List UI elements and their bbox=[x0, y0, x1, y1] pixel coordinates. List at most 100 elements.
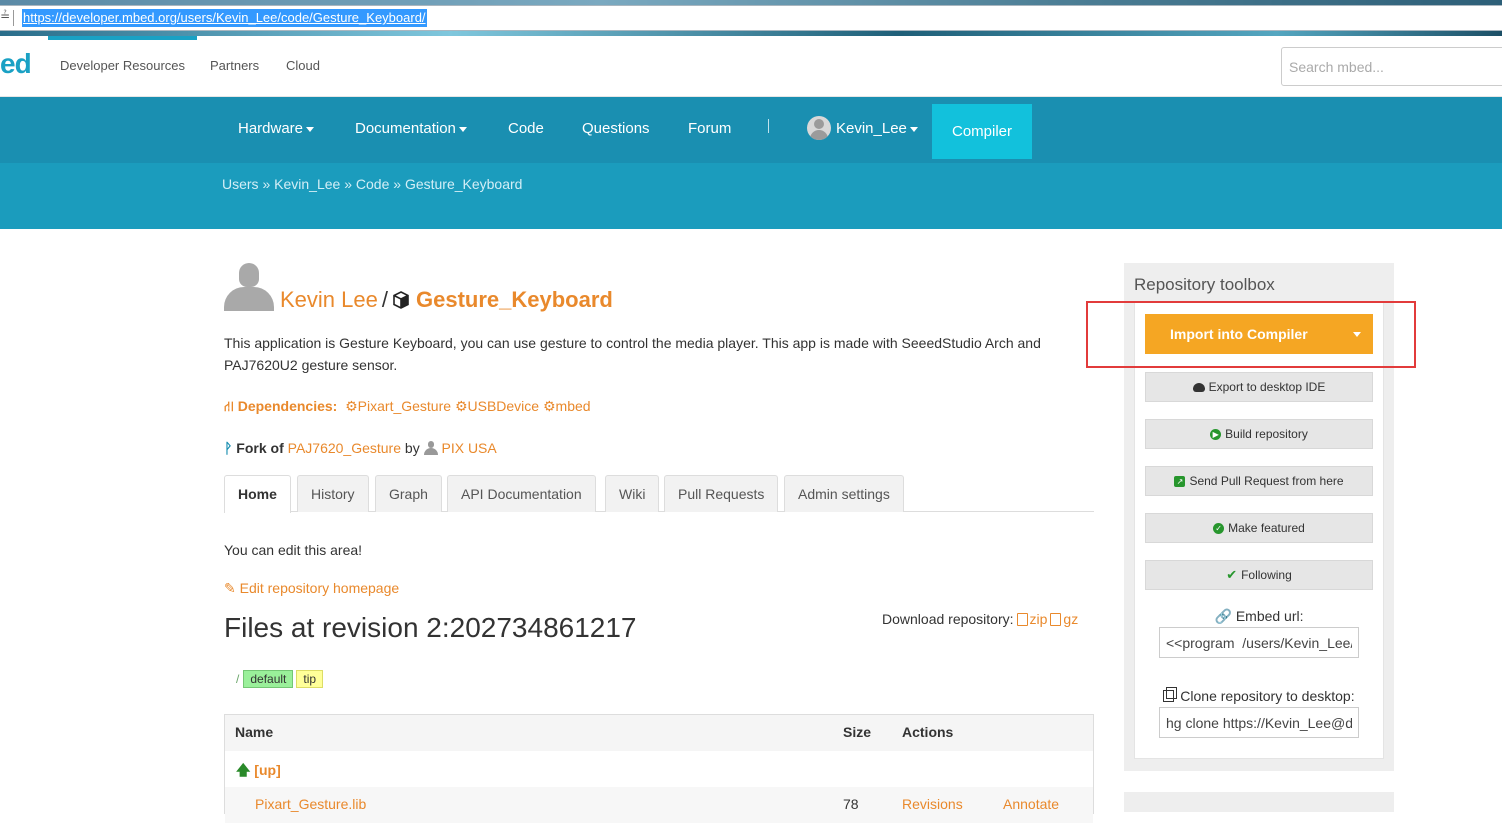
dependency-link[interactable]: Pixart_Gesture bbox=[358, 398, 451, 414]
nav-user-label: Kevin_Lee bbox=[836, 120, 907, 137]
export-ide-button[interactable]: Export to desktop IDE bbox=[1145, 372, 1373, 402]
build-label: Build repository bbox=[1225, 427, 1308, 441]
download-gz-link[interactable]: gz bbox=[1063, 611, 1078, 627]
tag-tip[interactable]: tip bbox=[296, 670, 324, 688]
clone-url-input[interactable] bbox=[1159, 707, 1359, 738]
file-table-header: Name Size Actions bbox=[225, 715, 1093, 751]
nav-documentation[interactable]: Documentation bbox=[355, 120, 467, 137]
gear-icon: ⚙ bbox=[454, 398, 468, 414]
gear-icon: ⚙ bbox=[345, 398, 358, 414]
dependencies-label: Dependencies: bbox=[237, 398, 338, 414]
play-circle-icon: ▶ bbox=[1210, 428, 1222, 440]
user-avatar-icon[interactable] bbox=[807, 116, 831, 140]
search-input[interactable] bbox=[1281, 47, 1502, 86]
export-label: Export to desktop IDE bbox=[1208, 380, 1326, 394]
browser-chrome: ≟ https://developer.mbed.org/users/Kevin… bbox=[0, 0, 1502, 36]
repo-description: This application is Gesture Keyboard, yo… bbox=[224, 335, 1041, 373]
file-name-link[interactable]: Pixart_Gesture.lib bbox=[255, 796, 366, 812]
user-avatar-large-icon[interactable] bbox=[224, 263, 274, 311]
tab-home[interactable]: Home bbox=[224, 475, 291, 513]
edit-homepage-label: Edit repository homepage bbox=[239, 580, 400, 596]
file-table: Name Size Actions 🡅 [up] Pixart_Gesture.… bbox=[224, 714, 1094, 823]
arrow-up-icon: 🡅 bbox=[236, 762, 251, 778]
address-bar[interactable]: ≟ https://developer.mbed.org/users/Kevin… bbox=[0, 5, 1502, 31]
repository-cube-icon bbox=[393, 291, 409, 309]
repo-title-slash: / bbox=[381, 287, 388, 312]
revisions-link[interactable]: Revisions bbox=[902, 796, 963, 812]
breadcrumb-code[interactable]: Code bbox=[356, 176, 389, 192]
tab-pull-requests[interactable]: Pull Requests bbox=[664, 475, 779, 512]
nav-forum[interactable]: Forum bbox=[688, 120, 731, 137]
send-pull-request-button[interactable]: ↗ Send Pull Request from here bbox=[1145, 466, 1373, 496]
fork-row: ᚹ Fork of PAJ7620_Gesture by PIX USA bbox=[224, 440, 497, 456]
clone-label-text: Clone repository to desktop: bbox=[1180, 688, 1355, 704]
nav-hardware[interactable]: Hardware bbox=[238, 120, 315, 137]
tab-graph[interactable]: Graph bbox=[375, 475, 442, 512]
nav-link-cloud[interactable]: Cloud bbox=[286, 58, 320, 73]
edit-note: You can edit this area! bbox=[224, 542, 363, 558]
nav-hardware-label: Hardware bbox=[238, 120, 304, 137]
caret-down-icon bbox=[458, 126, 467, 132]
highlight-box bbox=[1086, 301, 1416, 368]
breadcrumb: Users » Kevin_Lee » Code » Gesture_Keybo… bbox=[222, 176, 522, 192]
user-icon bbox=[423, 441, 438, 455]
tab-history[interactable]: History bbox=[297, 475, 369, 512]
table-row: Pixart_Gesture.lib 78 Revisions Annotate bbox=[225, 787, 1093, 823]
files-heading: Files at revision 2:202734861217 bbox=[224, 612, 637, 643]
caret-down-icon bbox=[306, 126, 315, 132]
build-repository-button[interactable]: ▶ Build repository bbox=[1145, 419, 1373, 449]
tab-api-documentation[interactable]: API Documentation bbox=[447, 475, 596, 512]
make-featured-button[interactable]: ✓ Make featured bbox=[1145, 513, 1373, 543]
up-label: [up] bbox=[254, 762, 281, 778]
tab-wiki[interactable]: Wiki bbox=[605, 475, 660, 512]
fork-source-link[interactable]: PAJ7620_Gesture bbox=[288, 440, 401, 456]
top-nav-accent bbox=[48, 36, 197, 40]
caret-down-icon bbox=[909, 126, 918, 132]
toolbox-title: Repository toolbox bbox=[1134, 275, 1275, 294]
share-square-icon: ↗ bbox=[1174, 475, 1186, 487]
embed-url-input[interactable] bbox=[1159, 627, 1359, 658]
nav-code[interactable]: Code bbox=[508, 120, 544, 137]
next-panel bbox=[1124, 792, 1394, 812]
dependency-link[interactable]: mbed bbox=[556, 398, 591, 414]
breadcrumb-repo[interactable]: Gesture_Keyboard bbox=[405, 176, 523, 192]
repo-owner-link[interactable]: Kevin Lee bbox=[280, 287, 378, 312]
breadcrumb-sep: » bbox=[340, 176, 356, 192]
compiler-button[interactable]: Compiler bbox=[932, 104, 1032, 159]
address-url[interactable]: https://developer.mbed.org/users/Kevin_L… bbox=[22, 9, 427, 27]
nav-questions[interactable]: Questions bbox=[582, 120, 650, 137]
edit-homepage-link[interactable]: ✎ Edit repository homepage bbox=[224, 580, 399, 597]
nav-user-menu[interactable]: Kevin_Lee bbox=[836, 120, 918, 137]
repo-name-link[interactable]: Gesture_Keyboard bbox=[416, 287, 613, 312]
nav-link-developer-resources[interactable]: Developer Resources bbox=[60, 58, 185, 73]
fork-icon: ᚹ bbox=[224, 440, 233, 456]
col-size-header: Size bbox=[843, 724, 872, 740]
archive-icon bbox=[1016, 613, 1028, 626]
nav-link-partners[interactable]: Partners bbox=[210, 58, 259, 73]
dependency-link[interactable]: USBDevice bbox=[468, 398, 540, 414]
site-info-icon[interactable]: ≟ bbox=[0, 9, 10, 23]
breadcrumb-sep: » bbox=[389, 176, 405, 192]
check-circle-icon: ✓ bbox=[1213, 522, 1225, 534]
download-label: Download repository: bbox=[882, 611, 1014, 627]
file-size: 78 bbox=[843, 796, 859, 812]
following-button[interactable]: ✔ Following bbox=[1145, 560, 1373, 590]
breadcrumb-user[interactable]: Kevin_Lee bbox=[274, 176, 340, 192]
tag-default[interactable]: default bbox=[243, 670, 294, 688]
fork-owner-link[interactable]: PIX USA bbox=[441, 440, 496, 456]
annotate-link[interactable]: Annotate bbox=[1003, 796, 1059, 812]
clone-label: Clone repository to desktop: bbox=[1134, 687, 1384, 704]
breadcrumb-users[interactable]: Users bbox=[222, 176, 259, 192]
branch-tags: / default tip bbox=[236, 670, 324, 688]
tab-admin-settings[interactable]: Admin settings bbox=[784, 475, 904, 512]
repo-title: Kevin Lee / Gesture_Keyboard bbox=[280, 287, 613, 313]
download-row: Download repository: zip gz bbox=[882, 611, 1078, 627]
mbed-logo[interactable]: ed bbox=[0, 48, 32, 80]
main-nav: Hardware Documentation Code Questions Fo… bbox=[0, 97, 1502, 163]
up-directory-link[interactable]: 🡅 [up] bbox=[236, 760, 281, 784]
top-nav: ed Developer Resources Partners Cloud bbox=[0, 36, 1502, 97]
repo-tabs: Home History Graph API Documentation Wik… bbox=[224, 475, 1094, 513]
col-name-header: Name bbox=[235, 724, 274, 740]
pull-label: Send Pull Request from here bbox=[1189, 474, 1344, 488]
download-zip-link[interactable]: zip bbox=[1030, 611, 1048, 627]
